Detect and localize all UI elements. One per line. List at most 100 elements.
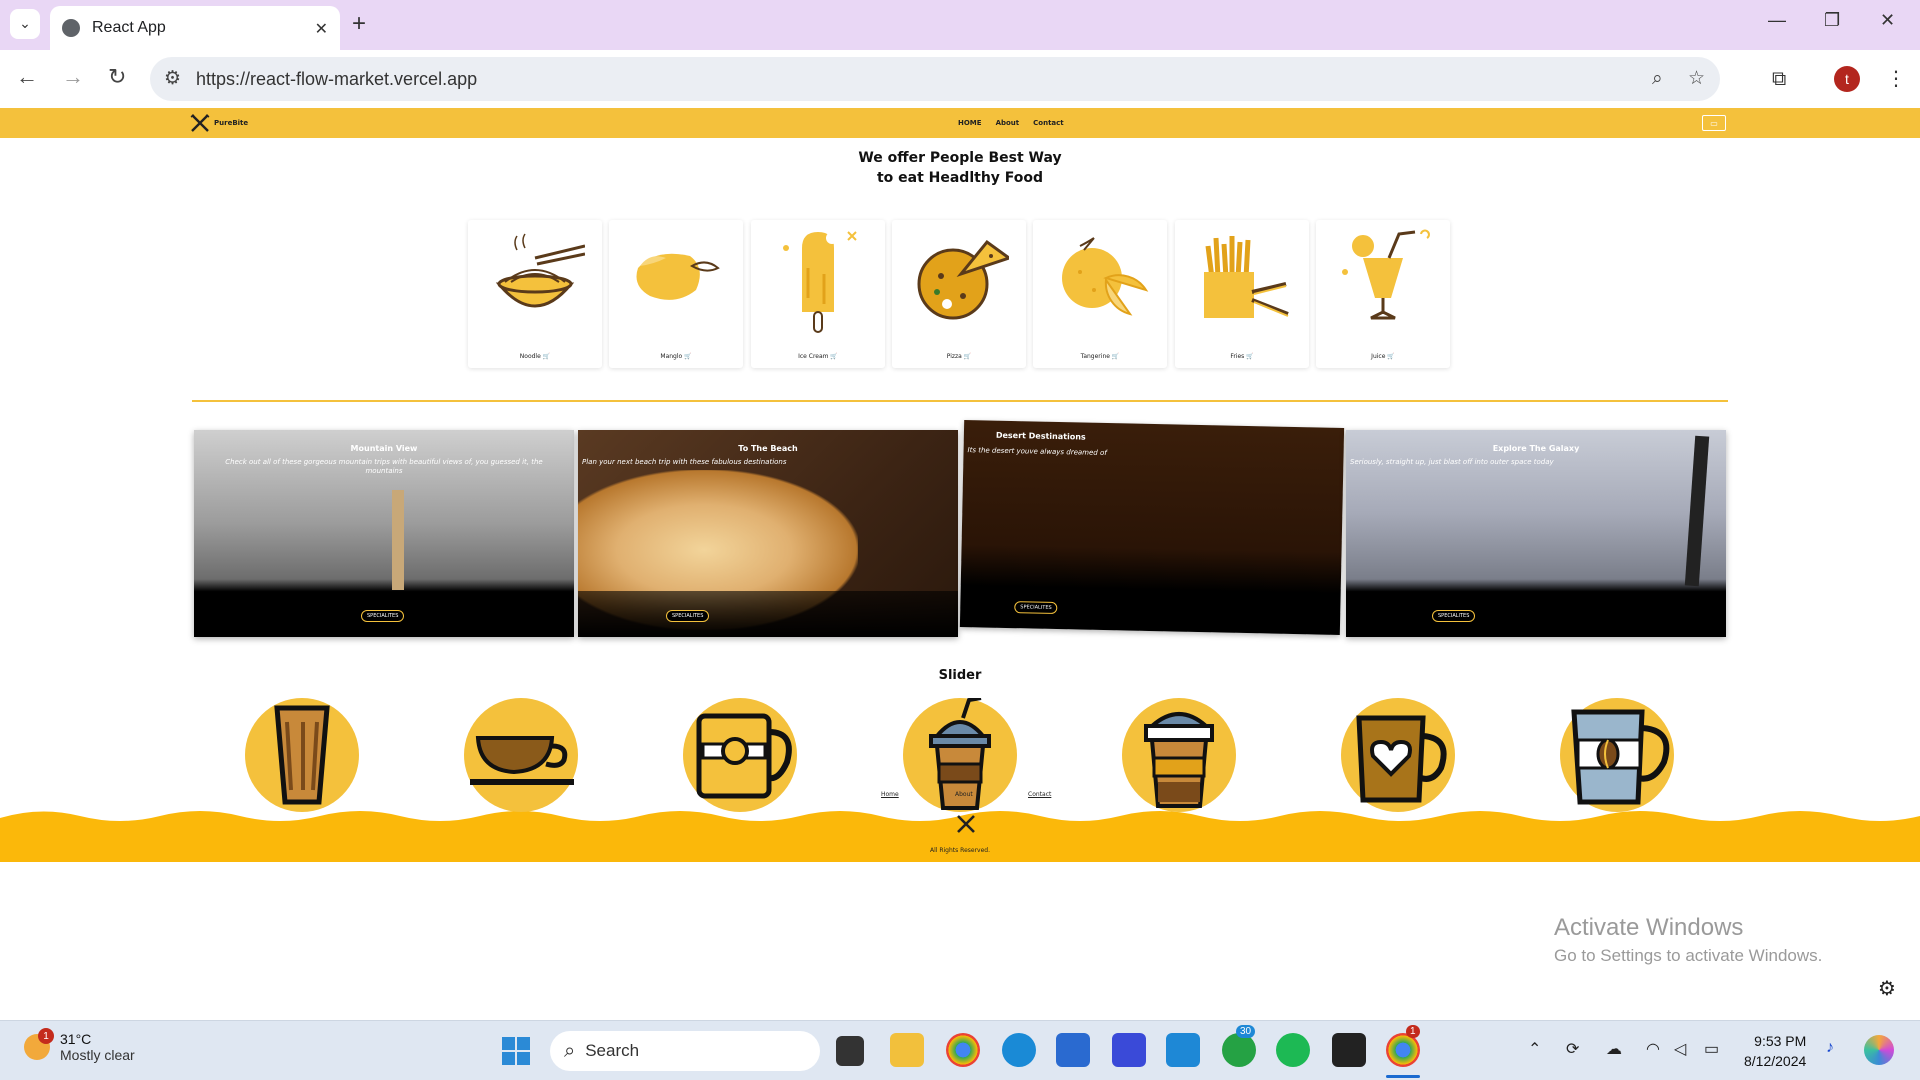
- promo-card-desert-destinations[interactable]: Desert Destinations Its the desert youve…: [959, 420, 1345, 635]
- slider-item-glass[interactable]: [245, 698, 359, 812]
- menu-kebab-icon[interactable]: ⋮: [1886, 66, 1906, 90]
- food-card-manglo[interactable]: Manglo 🛒: [609, 220, 743, 368]
- close-tab-icon[interactable]: ✕: [315, 19, 328, 38]
- footer-copyright: All Rights Reserved.: [929, 847, 990, 854]
- food-card-juice[interactable]: Juice 🛒: [1316, 220, 1450, 368]
- notification-bell-icon[interactable]: ♪: [1826, 1039, 1834, 1057]
- close-window-button[interactable]: ✕: [1880, 10, 1895, 31]
- chrome-active-icon[interactable]: 1: [1386, 1025, 1420, 1067]
- temperature: 31°C: [60, 1031, 92, 1047]
- forward-button[interactable]: →: [62, 64, 84, 90]
- cart-button[interactable]: ▭: [1702, 115, 1726, 131]
- slider-item-teacup[interactable]: [464, 698, 578, 812]
- volume-icon[interactable]: ◁: [1674, 1039, 1686, 1059]
- restore-button[interactable]: ❐: [1824, 10, 1840, 31]
- footer-link-about[interactable]: About: [955, 791, 973, 798]
- cart-icon[interactable]: 🛒: [543, 353, 550, 360]
- task-view-icon[interactable]: [836, 1036, 864, 1066]
- minimize-button[interactable]: —: [1768, 10, 1786, 31]
- system-clock[interactable]: 9:53 PM 8/12/2024: [1744, 1031, 1806, 1071]
- sync-icon[interactable]: ⟳: [1566, 1039, 1579, 1059]
- food-card-tangerine[interactable]: Tangerine 🛒: [1033, 220, 1167, 368]
- cart-icon[interactable]: 🛒: [1246, 353, 1253, 360]
- microsoft-store-icon[interactable]: [1056, 1033, 1090, 1067]
- weather-badge: 1: [38, 1028, 54, 1044]
- whatsapp-icon[interactable]: 30: [1222, 1025, 1256, 1067]
- editor-app-icon[interactable]: [1112, 1033, 1146, 1067]
- food-card-noodle[interactable]: Noodle 🛒: [468, 220, 602, 368]
- food-label: Fries: [1230, 353, 1245, 360]
- takeaway-cup-icon: [1144, 712, 1214, 808]
- bookmark-star-icon[interactable]: ☆: [1688, 67, 1705, 89]
- specialites-button[interactable]: SPECIALITES: [1014, 601, 1058, 615]
- accessibility-gear-icon[interactable]: ⚙: [1878, 976, 1896, 1000]
- cart-icon[interactable]: 🛒: [1112, 353, 1119, 360]
- food-card-ice-cream[interactable]: Ice Cream 🛒: [751, 220, 885, 368]
- cloud-icon[interactable]: ☁: [1606, 1039, 1622, 1059]
- footer-link-contact[interactable]: Contact: [1028, 791, 1051, 798]
- browser-tab[interactable]: React App ✕: [50, 6, 340, 50]
- food-label: Juice: [1371, 353, 1386, 360]
- site-info-icon[interactable]: ⚙: [164, 67, 181, 89]
- weather-condition: Mostly clear: [60, 1047, 135, 1063]
- site-navbar: PureBite HOME About Contact ▭: [0, 108, 1920, 138]
- nav-contact[interactable]: Contact: [1033, 119, 1064, 127]
- cart-icon[interactable]: 🛒: [964, 353, 971, 360]
- footer-logo-icon[interactable]: [956, 814, 976, 834]
- nav-about[interactable]: About: [996, 119, 1020, 127]
- food-card-pizza[interactable]: Pizza 🛒: [892, 220, 1026, 368]
- slider-item-coffee-mug[interactable]: [1560, 698, 1674, 812]
- wifi-icon[interactable]: ◠: [1646, 1039, 1660, 1059]
- profile-avatar[interactable]: t: [1834, 66, 1860, 92]
- windows-start-icon[interactable]: [502, 1037, 530, 1065]
- cart-icon[interactable]: 🛒: [1387, 353, 1394, 360]
- site-logo[interactable]: PureBite: [190, 114, 248, 132]
- cart-icon[interactable]: 🛒: [684, 353, 691, 360]
- specialites-button[interactable]: SPECIALITES: [1432, 610, 1476, 622]
- slider-item-heart-mug[interactable]: [1341, 698, 1455, 812]
- coffee-bean-mug-icon: [1571, 709, 1670, 805]
- reload-button[interactable]: ↻: [108, 64, 126, 90]
- cart-icon[interactable]: 🛒: [830, 353, 837, 360]
- hero-line-1: We offer People Best Way: [858, 150, 1062, 166]
- promo-description: Seriously, straight up, just blast off i…: [1350, 458, 1554, 466]
- vscode-icon[interactable]: [1166, 1033, 1200, 1067]
- edge-icon[interactable]: [1002, 1033, 1036, 1067]
- specialites-button[interactable]: SPECIALITES: [666, 610, 710, 622]
- weather-sun-icon: 1: [24, 1028, 54, 1060]
- terminal-icon[interactable]: [1332, 1033, 1366, 1067]
- chrome-icon[interactable]: [946, 1033, 980, 1067]
- heart-mug-icon: [1356, 715, 1447, 803]
- food-label: Tangerine: [1080, 353, 1110, 360]
- spotify-icon[interactable]: [1276, 1033, 1310, 1067]
- extensions-icon[interactable]: ⧉: [1772, 66, 1786, 90]
- search-icon: ⌕: [564, 1039, 576, 1062]
- promo-card-mountain-view[interactable]: Mountain View Check out all of these gor…: [194, 430, 574, 637]
- specialites-button[interactable]: SPECIALITES: [361, 610, 405, 622]
- file-explorer-icon[interactable]: [890, 1033, 924, 1067]
- nav-home[interactable]: HOME: [958, 119, 982, 127]
- food-label: Noodle: [519, 353, 541, 360]
- tab-search-dropdown[interactable]: ⌄: [10, 9, 40, 39]
- tangerine-icon: [1062, 237, 1149, 316]
- promo-card-to-the-beach[interactable]: To The Beach Plan your next beach trip w…: [578, 430, 958, 637]
- zoom-icon[interactable]: ⌕: [1652, 67, 1663, 89]
- hero-line-2: to eat Headlthy Food: [876, 170, 1044, 186]
- weather-widget[interactable]: 1 31°C Mostly clear: [24, 1028, 135, 1063]
- battery-icon[interactable]: ▭: [1704, 1039, 1719, 1059]
- copilot-icon[interactable]: [1864, 1035, 1894, 1065]
- photo-fade: [578, 591, 958, 637]
- slider-item-mug[interactable]: [683, 698, 797, 812]
- food-card-fries[interactable]: Fries 🛒: [1175, 220, 1309, 368]
- back-button[interactable]: ←: [16, 64, 38, 90]
- promo-card-explore-the-galaxy[interactable]: Explore The Galaxy Seriously, straight u…: [1346, 430, 1726, 637]
- taskbar-search[interactable]: ⌕ Search: [550, 1031, 820, 1071]
- show-hidden-icons-chevron[interactable]: ⌃: [1528, 1039, 1541, 1059]
- food-label: Manglo: [660, 353, 683, 360]
- active-app-indicator: [1386, 1075, 1420, 1078]
- slider-item-takeaway-cup[interactable]: [1122, 698, 1236, 812]
- promo-description: Check out all of these gorgeous mountain…: [225, 458, 543, 475]
- new-tab-button[interactable]: +: [352, 10, 366, 38]
- footer-link-home[interactable]: Home: [881, 791, 899, 798]
- address-bar[interactable]: ⚙ https://react-flow-market.vercel.app ⌕…: [150, 57, 1720, 101]
